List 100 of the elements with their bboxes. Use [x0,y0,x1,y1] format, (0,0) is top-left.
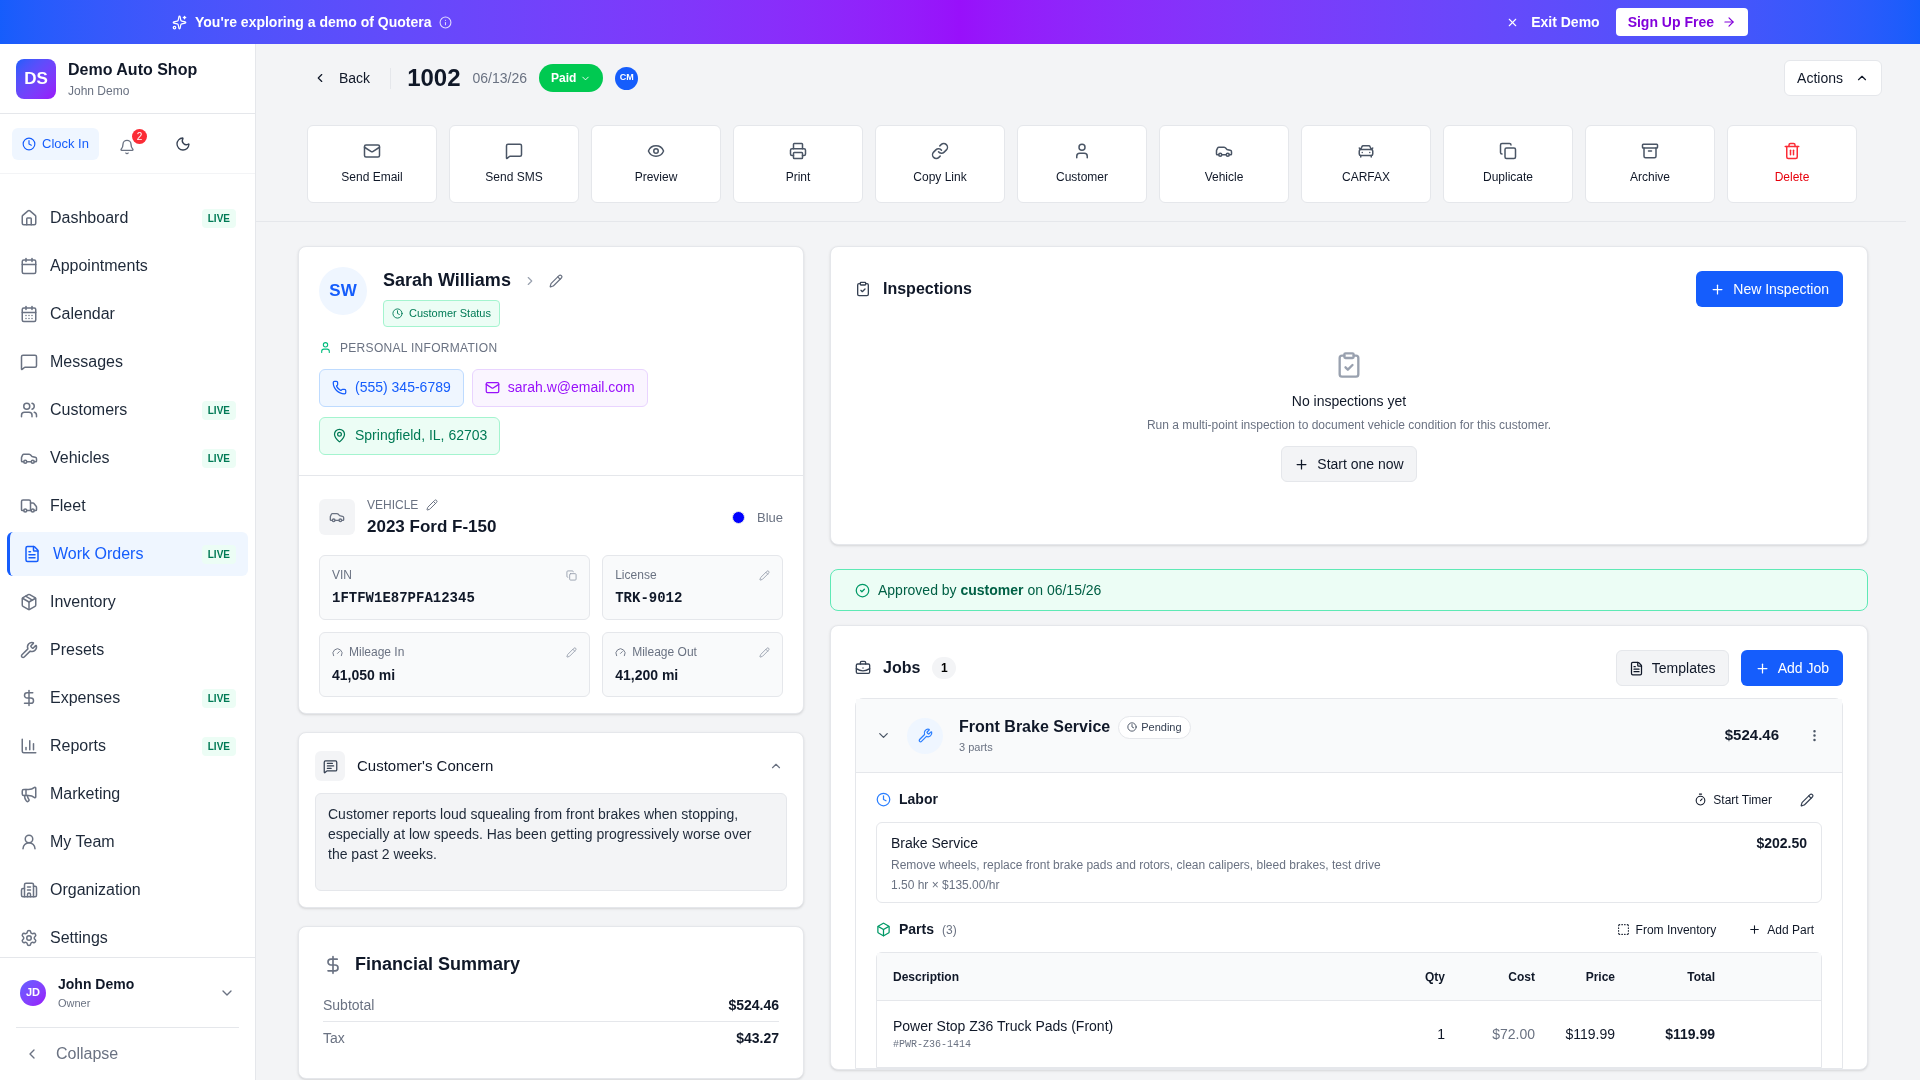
sign-up-button[interactable]: Sign Up Free [1615,8,1748,36]
plus-icon [1748,923,1762,936]
labor-name: Brake Service [891,834,980,853]
car-icon [319,499,355,536]
parts-total-count: (3) [942,921,958,939]
part-sku: #PWR-Z36-1414 [893,1038,972,1052]
live-badge: LIVE [201,544,236,564]
concern-title: Customer's Concern [357,755,495,776]
field-label: VIN [332,567,353,584]
customer-status-badge[interactable]: Customer Status [383,300,500,327]
color-name: Blue [756,508,783,527]
wrench-icon [907,717,943,754]
pending-badge: Pending [1118,716,1191,739]
nav-icon [20,833,38,851]
briefcase-icon [855,660,871,676]
nav-item[interactable]: Inventory [7,580,248,624]
link-icon [931,142,949,160]
from-inventory-button[interactable]: From Inventory [1616,920,1717,939]
email-chip[interactable]: sarah.w@email.com [471,368,648,407]
clock-icon [22,137,36,151]
edit-icon[interactable] [426,498,439,511]
toolbar-button[interactable]: Vehicle [1159,125,1289,203]
person-icon [1073,142,1091,160]
start-timer-button[interactable]: Start Timer [1694,790,1772,809]
plus-icon [1710,281,1726,297]
notifications-button[interactable]: 2 [114,129,147,159]
back-button[interactable]: Back [313,67,392,89]
labor-description: Remove wheels, replace front brake pads and rotors, clean calipers, bleed brakes, test drive [891,857,1382,874]
job-total: $524.46 [1724,725,1779,746]
empty-text: Run a multi-point inspection to document vehicle condition for this customer. [1146,417,1552,434]
toolbar-button[interactable]: Duplicate [1443,125,1573,203]
templates-button[interactable]: Templates [1615,650,1729,686]
gauge-icon [615,646,627,658]
nav-item[interactable]: Messages [7,340,248,384]
add-job-button[interactable]: Add Job [1740,650,1843,686]
toolbar-button[interactable]: Copy Link [875,125,1005,203]
nav-item[interactable]: Fleet [7,484,248,528]
summary-value: $524.46 [728,996,779,1015]
nav-item[interactable]: Organization [7,868,248,912]
toolbar-button[interactable]: CARFAX [1301,125,1431,203]
nav-item[interactable]: Calendar [7,292,248,336]
column-header: Total [1686,968,1715,986]
person-icon [319,341,332,354]
mail-icon [363,142,381,160]
address-chip[interactable]: Springfield, IL, 62703 [319,416,501,455]
actions-button[interactable]: Actions [1784,60,1882,96]
package-icon [876,922,891,937]
customer-avatar: SW [319,267,367,315]
nav-item[interactable]: Dashboard LIVE [7,196,248,240]
edit-icon[interactable] [548,273,563,288]
add-part-button[interactable]: Add Part [1748,920,1814,939]
map-pin-icon [332,428,347,443]
toolbar-button[interactable]: Send SMS [449,125,579,203]
vehicle-label: VEHICLE [367,496,419,514]
clock-icon [876,792,891,807]
nav-icon [20,593,38,611]
labor-rate: 1.50 hr × $135.00/hr [891,877,1001,894]
live-badge: LIVE [201,208,236,228]
parts-title: Parts [899,920,935,939]
toolbar-button[interactable]: Print [733,125,863,203]
summary-label: Tax [323,1028,345,1048]
clock-in-button[interactable]: Clock In [12,128,99,160]
nav-item[interactable]: My Team [7,820,248,864]
exit-demo-button[interactable]: Exit Demo [1506,11,1600,33]
nav-icon [20,641,38,659]
live-badge: LIVE [201,688,236,708]
nav-item[interactable]: Settings [7,916,248,957]
start-inspection-button[interactable]: Start one now [1281,446,1417,482]
message-icon [315,751,345,781]
edit-icon[interactable] [1800,792,1814,807]
nav-item[interactable]: Customers LIVE [7,388,248,432]
toolbar-button[interactable]: Customer [1017,125,1147,203]
sparkle-icon [172,14,187,30]
assignee-avatar: CM [615,66,639,90]
nav-item[interactable]: Presets [7,628,248,672]
live-badge: LIVE [201,736,236,756]
phone-chip[interactable]: (555) 345-6789 [319,368,464,407]
nav-item[interactable]: Work Orders LIVE [7,532,248,576]
trash-icon [1783,142,1801,160]
nav-item[interactable]: Reports LIVE [7,724,248,768]
nav-item[interactable]: Appointments [7,244,248,288]
nav-item[interactable]: Vehicles LIVE [7,436,248,480]
plus-icon [1294,456,1310,472]
concern-textarea[interactable]: Customer reports loud squealing from front brakes when stopping, especially at low speeds. Has been getting progressively worse over the past 2 weeks. [315,793,787,891]
collapse-button[interactable]: Collapse [0,1028,255,1080]
toolbar-button[interactable]: Archive [1585,125,1715,203]
customer-name[interactable]: Sarah Williams [383,267,511,294]
nav-icon [20,257,38,275]
toolbar-button[interactable]: Preview [591,125,721,203]
nav-item[interactable]: Marketing [7,772,248,816]
new-inspection-button[interactable]: New Inspection [1696,271,1843,307]
toolbar-button[interactable]: Delete [1727,125,1857,203]
section-label: PERSONAL INFORMATION [340,339,498,357]
toolbar-button[interactable]: Send Email [307,125,437,203]
jobs-count: 1 [932,657,957,679]
phone-icon [332,380,347,395]
table-cell-text: $119.99 [1664,1024,1715,1044]
info-icon[interactable] [439,15,453,29]
nav-item[interactable]: Expenses LIVE [7,676,248,720]
empty-title: No inspections yet [1291,392,1407,411]
